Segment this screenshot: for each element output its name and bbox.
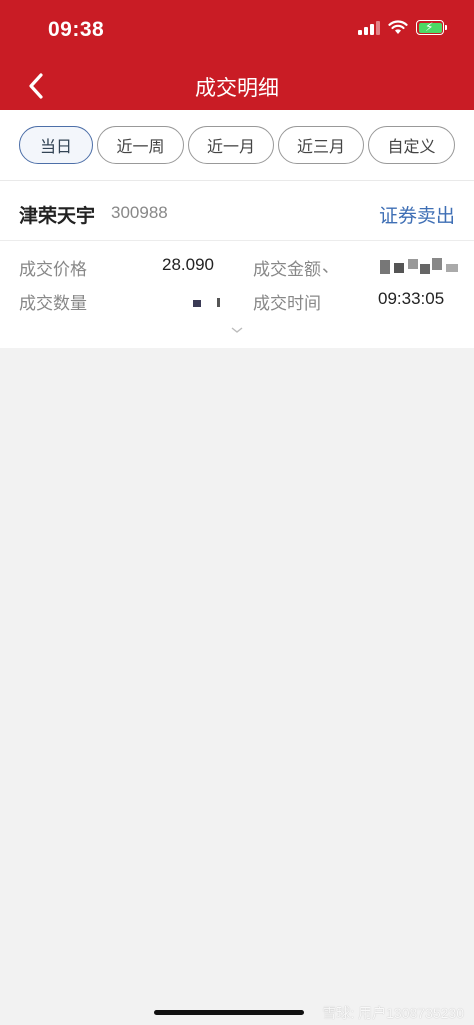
trade-detail-card[interactable]: 津荣天宇 300988 证券卖出 成交价格 28.090 成交金额 、 成交数量… bbox=[0, 180, 474, 348]
system-icons: ⚡ bbox=[358, 20, 447, 35]
cellular-signal-icon bbox=[358, 20, 380, 35]
trade-type: 证券卖出 bbox=[378, 206, 455, 227]
filter-custom[interactable]: 自定义 bbox=[368, 126, 455, 164]
amount-value-redacted bbox=[380, 258, 462, 274]
filter-today[interactable]: 当日 bbox=[19, 126, 93, 164]
amount-label: 成交金额 bbox=[253, 260, 321, 279]
status-time: 09:38 bbox=[48, 18, 105, 41]
stock-header-row: 津荣天宇 300988 证券卖出 bbox=[0, 180, 474, 241]
page-title: 成交明细 bbox=[195, 77, 279, 100]
date-filter-bar: 当日 近一周 近一月 近三月 自定义 bbox=[0, 110, 474, 180]
time-label: 成交时间 bbox=[253, 294, 321, 313]
stock-name: 津荣天宇 bbox=[19, 206, 96, 227]
filter-last-week[interactable]: 近一周 bbox=[97, 126, 184, 164]
filter-last-three-months[interactable]: 近三月 bbox=[278, 126, 364, 164]
home-indicator bbox=[154, 1010, 304, 1015]
price-label: 成交价格 bbox=[19, 260, 87, 279]
charging-bolt-icon: ⚡ bbox=[425, 20, 434, 34]
watermark: 雪球: 用户1308735230 bbox=[322, 1005, 464, 1021]
filter-last-month[interactable]: 近一月 bbox=[188, 126, 274, 164]
stock-code: 300988 bbox=[111, 203, 168, 222]
chevron-down-icon[interactable] bbox=[230, 326, 244, 334]
wifi-icon bbox=[388, 20, 408, 34]
quantity-label: 成交数量 bbox=[19, 294, 87, 313]
navigation-bar: 成交明细 bbox=[0, 62, 474, 110]
time-value: 09:33:05 bbox=[378, 289, 445, 308]
battery-icon: ⚡ bbox=[416, 20, 447, 35]
status-bar: 09:38 ⚡ bbox=[0, 0, 474, 62]
amount-label-suffix: 、 bbox=[322, 257, 339, 276]
app-header: 09:38 ⚡ 成交明细 bbox=[0, 0, 474, 110]
price-value: 28.090 bbox=[162, 255, 214, 274]
quantity-value-redacted bbox=[193, 298, 225, 308]
